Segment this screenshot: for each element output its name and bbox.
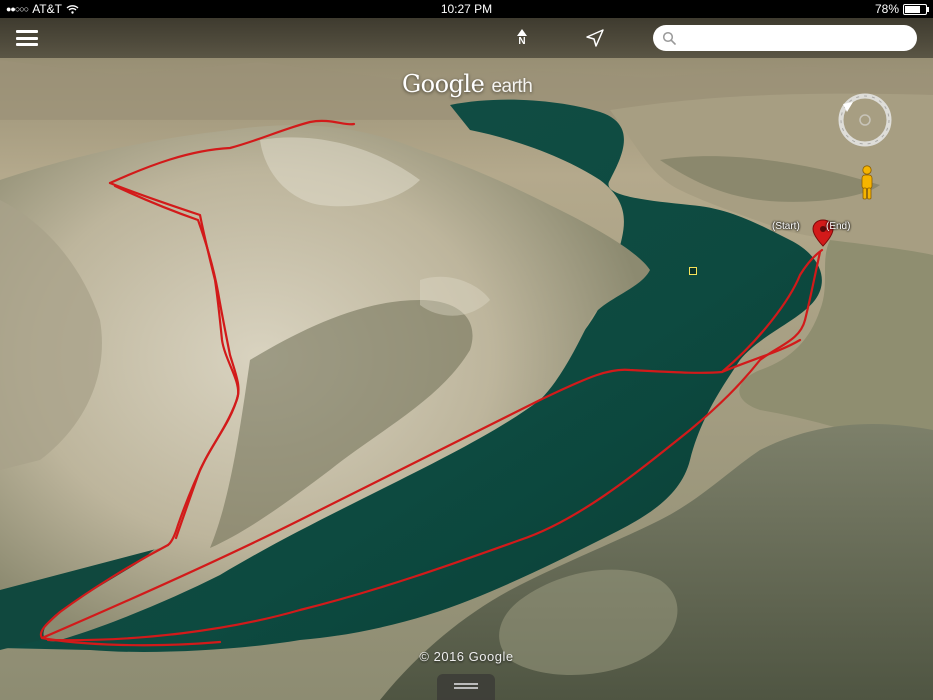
poi-marker-icon[interactable] [689,267,697,275]
map-copyright: © 2016 Google [419,649,514,664]
battery-percent: 78% [874,2,899,16]
search-input[interactable] [653,25,917,51]
search-icon [662,31,676,45]
location-arrow-icon[interactable] [585,28,605,48]
drawer-handle[interactable] [437,674,495,700]
status-bar: ●●○○○ AT&T 10:27 PM 78% [0,0,933,18]
clock: 10:27 PM [440,2,493,16]
compass-ring-icon[interactable] [835,90,895,150]
app-toolbar: N [0,18,933,58]
battery-fill [905,5,920,13]
track-start-label: (Start) [772,221,800,232]
north-label: N [518,36,526,47]
north-arrow-icon [517,29,527,36]
brand-name: Google [402,70,485,98]
hamburger-menu-icon[interactable] [16,30,38,46]
google-earth-watermark: Google earth [402,70,533,98]
map-view[interactable] [0,0,933,700]
north-button[interactable]: N [514,29,530,47]
track-end-label: (End) [826,221,851,232]
battery-icon [903,3,929,15]
pegman-icon[interactable] [858,165,876,201]
brand-sub: earth [491,76,533,97]
